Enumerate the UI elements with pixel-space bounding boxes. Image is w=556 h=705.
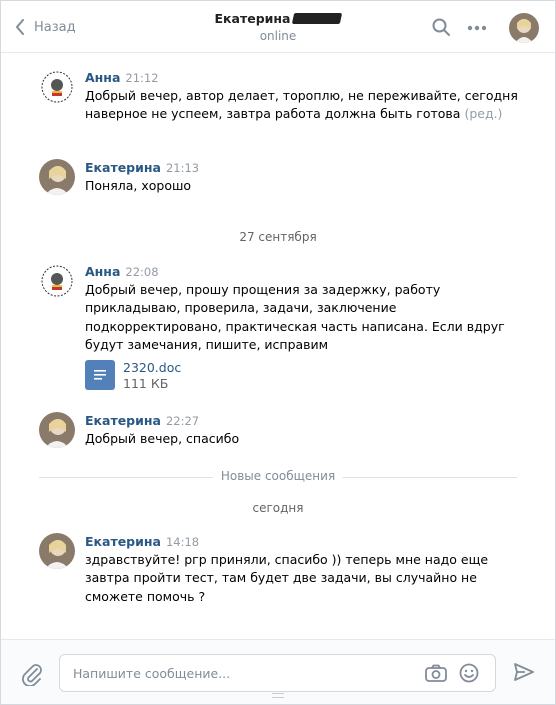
logo-avatar[interactable] bbox=[39, 263, 75, 299]
chat-header: Назад Екатерина online bbox=[1, 1, 555, 53]
document-icon bbox=[85, 360, 115, 391]
message-author[interactable]: Екатерина bbox=[85, 413, 161, 428]
message-author[interactable]: Екатерина bbox=[85, 160, 161, 175]
message-time[interactable]: 22:27 bbox=[166, 414, 199, 428]
message-input[interactable] bbox=[73, 655, 413, 691]
chevron-left-icon bbox=[16, 19, 24, 35]
logo-avatar[interactable] bbox=[39, 69, 75, 105]
chat-window: Назад Екатерина online Анна 21:12 Добрый… bbox=[0, 0, 556, 705]
back-button[interactable]: Назад bbox=[15, 16, 76, 38]
date-separator: сегодня bbox=[252, 501, 304, 515]
document-name[interactable]: 2320.doc bbox=[123, 360, 181, 376]
smile-icon[interactable] bbox=[459, 663, 479, 683]
photo-avatar[interactable] bbox=[39, 412, 75, 448]
date-separator: 27 сентября bbox=[239, 230, 317, 244]
message-author[interactable]: Анна bbox=[85, 70, 120, 85]
more-icon[interactable] bbox=[467, 25, 487, 31]
message-author[interactable]: Анна bbox=[85, 264, 120, 279]
document-attachment[interactable]: 2320.doc 111 КБ bbox=[85, 360, 525, 392]
message-text: Поняла, хорошо bbox=[85, 178, 192, 193]
resize-handle[interactable] bbox=[272, 693, 284, 698]
paperclip-icon[interactable] bbox=[21, 662, 43, 686]
document-size: 111 КБ bbox=[123, 376, 169, 392]
new-messages-label: Новые сообщения bbox=[212, 469, 344, 483]
chat-title: Екатерина bbox=[214, 11, 343, 26]
chat-title-area[interactable]: Екатерина online bbox=[151, 11, 405, 43]
message-text: здравствуйте! ргр приняли, спасибо )) те… bbox=[85, 552, 493, 604]
photo-avatar[interactable] bbox=[39, 533, 75, 569]
message-input-box[interactable] bbox=[59, 654, 496, 692]
message-text: Добрый вечер, прошу прощения за задержку… bbox=[85, 282, 509, 352]
message-text-content: Добрый вечер, автор делает, тороплю, не … bbox=[85, 88, 522, 122]
edited-mark: (ред.) bbox=[464, 106, 503, 122]
redacted-surname bbox=[292, 13, 343, 24]
send-icon[interactable] bbox=[513, 662, 535, 682]
message-author[interactable]: Екатерина bbox=[85, 534, 161, 549]
photo-avatar[interactable] bbox=[39, 159, 75, 195]
back-label: Назад bbox=[34, 19, 76, 35]
message-history[interactable]: Анна 21:12 Добрый вечер, автор делает, то… bbox=[1, 53, 555, 639]
message-text: Добрый вечер, автор делает, тороплю, не … bbox=[85, 87, 525, 124]
message-time[interactable]: 21:12 bbox=[125, 71, 158, 85]
online-status: online bbox=[259, 29, 297, 43]
message-time[interactable]: 14:18 bbox=[166, 535, 199, 549]
contact-avatar[interactable] bbox=[509, 13, 539, 43]
message-time[interactable]: 21:13 bbox=[166, 161, 199, 175]
search-icon[interactable] bbox=[431, 17, 451, 37]
new-messages-separator: Новые сообщения bbox=[39, 469, 517, 485]
message-text: Добрый вечер, спасибо bbox=[85, 431, 240, 446]
message-time[interactable]: 22:08 bbox=[125, 265, 158, 279]
camera-icon[interactable] bbox=[425, 664, 447, 682]
contact-name: Екатерина bbox=[214, 11, 291, 26]
